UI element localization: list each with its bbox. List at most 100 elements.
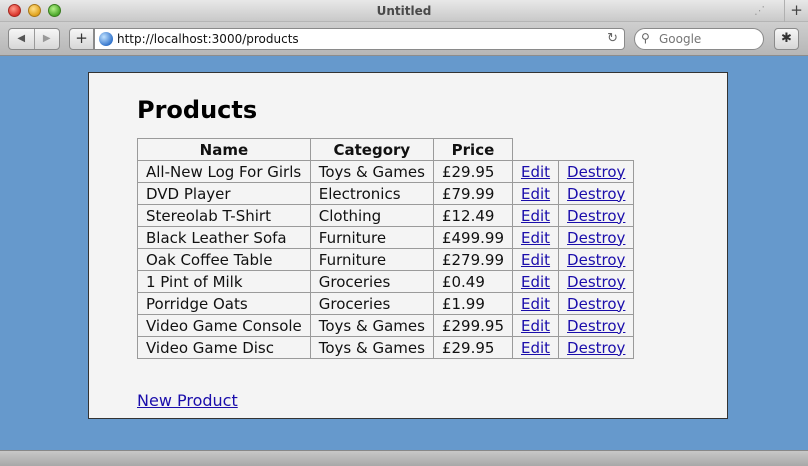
edit-link[interactable]: Edit [521, 185, 550, 203]
bug-report-button[interactable]: ✱ [774, 28, 799, 50]
destroy-link[interactable]: Destroy [567, 251, 625, 269]
window-title: Untitled [376, 4, 432, 18]
edit-link-cell: Edit [511, 226, 560, 249]
edit-link[interactable]: Edit [521, 251, 550, 269]
product-category-cell: Groceries [309, 270, 434, 293]
destroy-link-cell: Destroy [558, 226, 635, 249]
page-title: Products [137, 96, 258, 124]
add-bookmark-button[interactable]: + [69, 28, 94, 50]
table-row: DVD Player Electronics £79.99 Edit Destroy [137, 182, 635, 205]
table-row: Black Leather Sofa Furniture £499.99 Edit De… [137, 226, 635, 249]
product-name-cell: Porridge Oats [137, 292, 311, 315]
product-name-cell: Oak Coffee Table [137, 248, 311, 271]
edit-link-cell: Edit [511, 336, 560, 359]
edit-link[interactable]: Edit [521, 339, 550, 357]
destroy-link-cell: Destroy [558, 160, 635, 183]
destroy-link-cell: Destroy [558, 292, 635, 315]
bug-icon: ✱ [781, 31, 792, 46]
back-arrow-icon: ◀ [17, 33, 26, 44]
product-category-cell: Furniture [309, 248, 434, 271]
edit-link-cell: Edit [511, 314, 560, 337]
destroy-link[interactable]: Destroy [567, 163, 625, 181]
destroy-link-cell: Destroy [558, 270, 635, 293]
edit-link-cell: Edit [511, 204, 560, 227]
edit-link[interactable]: Edit [521, 273, 550, 291]
edit-link-cell: Edit [511, 248, 560, 271]
table-row: Porridge Oats Groceries £1.99 Edit Destroy [137, 292, 635, 315]
product-name-cell: All-New Log For Girls [137, 160, 311, 183]
edit-link[interactable]: Edit [521, 229, 550, 247]
destroy-link[interactable]: Destroy [567, 317, 625, 335]
browser-toolbar: ◀ ▶ + http://localhost:3000/products ↻ ⚲… [0, 22, 808, 56]
product-category-cell: Toys & Games [309, 336, 434, 359]
product-price-cell: £79.99 [432, 182, 513, 205]
destroy-link-cell: Destroy [558, 314, 635, 337]
product-category-cell: Groceries [309, 292, 434, 315]
nav-buttons: ◀ ▶ [8, 28, 60, 50]
address-bar[interactable]: http://localhost:3000/products ↻ [94, 28, 625, 50]
product-category-cell: Furniture [309, 226, 434, 249]
product-name-cell: DVD Player [137, 182, 311, 205]
table-row: Stereolab T-Shirt Clothing £12.49 Edit Destr… [137, 204, 635, 227]
destroy-link[interactable]: Destroy [567, 273, 625, 291]
new-tab-button[interactable]: + [784, 0, 808, 22]
table-header-row: Name Category Price [137, 138, 634, 161]
forward-arrow-icon: ▶ [42, 33, 51, 44]
column-header-name: Name [137, 138, 311, 161]
destroy-link[interactable]: Destroy [567, 229, 625, 247]
destroy-link[interactable]: Destroy [567, 339, 625, 357]
search-input[interactable] [659, 31, 759, 47]
destroy-link[interactable]: Destroy [567, 185, 625, 203]
edit-link[interactable]: Edit [521, 207, 550, 225]
back-button[interactable]: ◀ [9, 29, 34, 49]
new-product-link[interactable]: New Product [137, 391, 238, 410]
product-name-cell: Video Game Console [137, 314, 311, 337]
destroy-link[interactable]: Destroy [567, 207, 625, 225]
table-row: 1 Pint of Milk Groceries £0.49 Edit Destroy [137, 270, 635, 293]
product-price-cell: £0.49 [432, 270, 513, 293]
edit-link-cell: Edit [511, 270, 560, 293]
product-category-cell: Clothing [309, 204, 434, 227]
destroy-link-cell: Destroy [558, 336, 635, 359]
product-name-cell: Stereolab T-Shirt [137, 204, 311, 227]
edit-link[interactable]: Edit [521, 295, 550, 313]
product-name-cell: Black Leather Sofa [137, 226, 311, 249]
products-table: Name Category Price All-New Log For Girl… [137, 138, 635, 359]
product-price-cell: £299.95 [432, 314, 513, 337]
column-header-blank [512, 139, 558, 161]
page-content: Products Name Category Price All-New Log… [88, 72, 728, 419]
destroy-link-cell: Destroy [558, 248, 635, 271]
destroy-link-cell: Destroy [558, 182, 635, 205]
product-price-cell: £29.95 [432, 160, 513, 183]
edit-link-cell: Edit [511, 182, 560, 205]
column-header-price: Price [432, 138, 513, 161]
search-icon: ⚲ [641, 31, 650, 45]
product-price-cell: £499.99 [432, 226, 513, 249]
destroy-link-cell: Destroy [558, 204, 635, 227]
product-price-cell: £29.95 [432, 336, 513, 359]
reload-icon[interactable]: ↻ [607, 31, 618, 46]
table-row: Oak Coffee Table Furniture £279.99 Edit Dest… [137, 248, 635, 271]
search-box[interactable]: ⚲ [634, 28, 764, 50]
globe-icon [99, 32, 113, 46]
edit-link-cell: Edit [511, 160, 560, 183]
edit-link[interactable]: Edit [521, 317, 550, 335]
product-price-cell: £1.99 [432, 292, 513, 315]
edit-link-cell: Edit [511, 292, 560, 315]
destroy-link[interactable]: Destroy [567, 295, 625, 313]
status-bar [0, 450, 808, 466]
product-category-cell: Electronics [309, 182, 434, 205]
plus-icon: + [75, 29, 88, 47]
window-titlebar: Untitled ⋰ + [0, 0, 808, 22]
table-row: Video Game Console Toys & Games £299.95 Edi… [137, 314, 635, 337]
table-row: Video Game Disc Toys & Games £29.95 Edit Des… [137, 336, 635, 359]
product-price-cell: £12.49 [432, 204, 513, 227]
product-category-cell: Toys & Games [309, 160, 434, 183]
url-text[interactable]: http://localhost:3000/products [117, 32, 299, 46]
column-header-category: Category [309, 138, 434, 161]
edit-link[interactable]: Edit [521, 163, 550, 181]
product-category-cell: Toys & Games [309, 314, 434, 337]
product-name-cell: 1 Pint of Milk [137, 270, 311, 293]
product-price-cell: £279.99 [432, 248, 513, 271]
forward-button[interactable]: ▶ [33, 29, 60, 49]
